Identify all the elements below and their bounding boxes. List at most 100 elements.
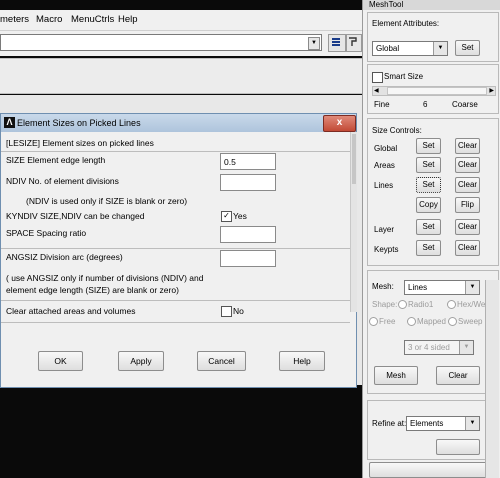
kyndiv-checkbox[interactable]: ✓ — [221, 211, 232, 222]
slider-thumb[interactable] — [387, 87, 487, 95]
toolbar-list-icon[interactable] — [328, 34, 346, 52]
menu-help[interactable]: Help — [118, 14, 138, 25]
free-radio[interactable] — [369, 317, 378, 326]
close-icon[interactable]: x — [323, 115, 356, 132]
ndiv-note: (NDIV is used only if SIZE is blank or z… — [26, 196, 188, 206]
meshtool-titlebar[interactable]: MeshTool — [363, 0, 500, 10]
smart-size-checkbox[interactable] — [372, 72, 383, 83]
help-button[interactable]: Help — [279, 351, 325, 371]
chevron-down-icon: ▼ — [459, 341, 473, 354]
dialog-heading: [LESIZE] Element sizes on picked lines — [6, 138, 154, 148]
lines-label: Lines — [374, 181, 394, 190]
element-attributes-set-button[interactable]: Set — [455, 40, 480, 56]
ndiv-field[interactable] — [220, 174, 276, 191]
dialog-titlebar[interactable]: Λ Element Sizes on Picked Lines x — [1, 114, 356, 132]
keypts-set-button[interactable]: Set — [416, 240, 441, 256]
ansys-logo-icon: Λ — [4, 117, 15, 128]
refine-value: Elements — [410, 419, 444, 428]
shape-label: Shape: — [372, 300, 398, 309]
element-attributes-label: Element Attributes: — [372, 19, 440, 28]
free-label: Free — [379, 317, 396, 326]
angsiz-field[interactable] — [220, 250, 276, 267]
refine-select[interactable]: Elements ▼ — [406, 416, 480, 431]
element-sizes-dialog: Λ Element Sizes on Picked Lines x [LESIZ… — [0, 113, 357, 388]
mesh-sided-value: 3 or 4 sided — [408, 343, 450, 352]
refine-label: Refine at: — [372, 419, 407, 428]
menu-parameters[interactable]: meters — [0, 14, 29, 25]
layer-clear-button[interactable]: Clear — [455, 219, 480, 235]
cancel-button[interactable]: Cancel — [197, 351, 246, 371]
bottom-button[interactable] — [369, 462, 487, 478]
clear-attached-label: Clear attached areas and volumes — [6, 306, 136, 316]
size-field[interactable]: 0.5 — [220, 153, 276, 170]
size-controls-label: Size Controls: — [372, 126, 422, 135]
shape-radio1-label: Radio1 — [408, 300, 434, 309]
global-clear-button[interactable]: Clear — [455, 138, 480, 154]
meshtool-title: MeshTool — [369, 0, 404, 9]
menu-menuctrls[interactable]: MenuCtrls — [71, 14, 114, 25]
divider — [1, 322, 350, 323]
sweep-label: Sweep — [458, 317, 483, 326]
dialog-scrollbar[interactable] — [350, 132, 357, 312]
layer-set-button[interactable]: Set — [416, 219, 441, 235]
space-field[interactable] — [220, 226, 276, 243]
mesh-label: Mesh: — [372, 282, 394, 291]
mapped-label: Mapped — [417, 317, 446, 326]
meshtool-panel: MeshTool Element Attributes: Global ▼ Se… — [362, 0, 500, 478]
smart-size-label: Smart Size — [384, 72, 424, 81]
coarse-label: Coarse — [452, 100, 478, 109]
smart-size-slider[interactable]: ◀ ▶ — [372, 86, 496, 96]
lines-set-button[interactable]: Set — [416, 177, 441, 193]
main-toolbar-area — [0, 58, 362, 94]
angsiz-note: ( use ANGSIZ only if number of divisions… — [6, 273, 204, 295]
fine-label: Fine — [374, 100, 390, 109]
shape-radio1[interactable] — [398, 300, 407, 309]
keypts-label: Keypts — [374, 245, 399, 254]
divider — [1, 300, 350, 301]
mapped-radio[interactable] — [407, 317, 416, 326]
chevron-down-icon: ▼ — [433, 42, 447, 55]
mesh-clear-button[interactable]: Clear — [436, 366, 480, 385]
mesh-sided-select[interactable]: 3 or 4 sided ▼ — [404, 340, 474, 355]
main-menubar: meters Macro MenuCtrls Help — [0, 10, 362, 30]
toolbar-tools-icon[interactable] — [346, 34, 362, 52]
shape-hexwedge-radio[interactable] — [447, 300, 456, 309]
global-label: Global — [374, 144, 398, 153]
angsiz-label: ANGSIZ Division arc (degrees) — [6, 252, 123, 262]
mesh-entity-select[interactable]: Lines ▼ — [404, 280, 480, 295]
apply-button[interactable]: Apply — [118, 351, 164, 371]
slider-right-arrow-icon[interactable]: ▶ — [489, 87, 494, 94]
chevron-down-icon: ▼ — [465, 417, 479, 430]
lines-clear-button[interactable]: Clear — [455, 177, 480, 193]
smart-size-value: 6 — [423, 100, 428, 109]
space-label: SPACE Spacing ratio — [6, 228, 87, 238]
kyndiv-value: Yes — [233, 211, 247, 221]
command-dropdown-icon[interactable]: ▼ — [308, 37, 320, 50]
menu-macro[interactable]: Macro — [36, 14, 62, 25]
areas-set-button[interactable]: Set — [416, 157, 441, 173]
lines-copy-button[interactable]: Copy — [416, 197, 441, 213]
meshtool-scrollbar[interactable] — [485, 280, 499, 478]
divider — [1, 248, 350, 249]
slider-left-arrow-icon[interactable]: ◀ — [374, 87, 379, 94]
areas-clear-button[interactable]: Clear — [455, 157, 480, 173]
dialog-title: Element Sizes on Picked Lines — [17, 118, 141, 128]
global-set-button[interactable]: Set — [416, 138, 441, 154]
clear-attached-value: No — [233, 306, 244, 316]
scrollbar-thumb[interactable] — [352, 134, 356, 184]
keypts-clear-button[interactable]: Clear — [455, 240, 480, 256]
size-label: SIZE Element edge length — [6, 155, 106, 165]
sweep-radio[interactable] — [448, 317, 457, 326]
layer-label: Layer — [374, 225, 395, 234]
kyndiv-label: KYNDIV SIZE,NDIV can be changed — [6, 211, 145, 221]
mesh-button[interactable]: Mesh — [374, 366, 418, 385]
element-attributes-value: Global — [376, 44, 400, 53]
chevron-down-icon: ▼ — [465, 281, 479, 294]
lines-flip-button[interactable]: Flip — [455, 197, 480, 213]
command-input[interactable]: ▼ — [0, 34, 322, 51]
element-attributes-select[interactable]: Global ▼ — [372, 41, 448, 56]
mesh-entity-value: Lines — [408, 283, 428, 292]
refine-button[interactable] — [436, 439, 480, 455]
clear-attached-checkbox[interactable] — [221, 306, 232, 317]
ok-button[interactable]: OK — [38, 351, 83, 371]
